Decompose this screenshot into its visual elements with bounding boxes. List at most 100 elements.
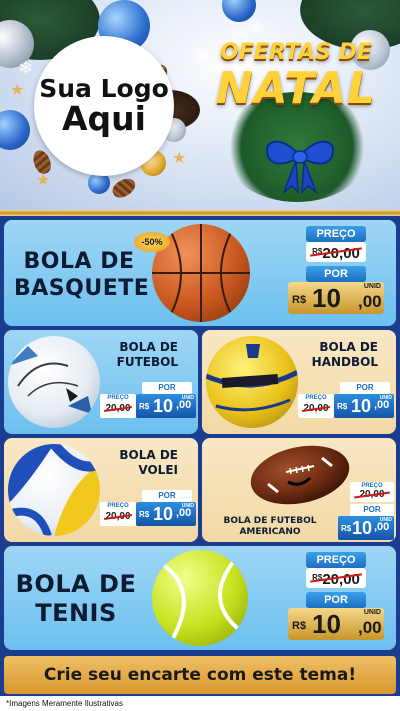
new-price-value: 10 bbox=[312, 609, 341, 639]
product-name: BOLA DE BASQUETE bbox=[14, 248, 150, 302]
blue-ornament bbox=[0, 110, 30, 150]
product-card-tennis[interactable]: BOLA DE TENIS PREÇO R$20,00 POR R$ 10 ,0… bbox=[4, 546, 396, 650]
soccer-ball-pattern-icon bbox=[8, 346, 92, 414]
product-name: BOLA DE FUTEBOL bbox=[104, 340, 178, 370]
old-price-label: PREÇO bbox=[107, 503, 129, 509]
new-price-cents: ,00 bbox=[358, 618, 382, 637]
snowflake-decoration: ❄ bbox=[18, 58, 34, 79]
promo-title-line2: NATAL bbox=[215, 63, 377, 114]
price-block: PREÇO R$20,00 POR R$ 10 ,00 UNID bbox=[288, 226, 384, 316]
product-name: BOLA DE TENIS bbox=[10, 570, 142, 628]
por-label: POR bbox=[142, 490, 192, 502]
old-price: R$20,00 bbox=[306, 568, 366, 588]
gold-divider bbox=[0, 210, 400, 216]
por-label: POR bbox=[340, 382, 390, 394]
new-price: R$ 10 ,00 UNID bbox=[334, 394, 394, 418]
new-price-cents: ,00 bbox=[358, 292, 382, 311]
product-name-line2: VOLEI bbox=[138, 463, 178, 477]
old-price: PREÇO 20,00 bbox=[100, 502, 136, 526]
product-card-volleyball[interactable]: BOLA DE VOLEI POR PREÇO 20,00 R$ 10 ,00 … bbox=[4, 438, 198, 542]
unit-label: UNID bbox=[181, 395, 194, 401]
new-price-currency: R$ bbox=[341, 524, 352, 533]
product-card-handball[interactable]: BOLA DE HANDBOL POR PREÇO 20,00 R$ 10 ,0… bbox=[202, 330, 396, 434]
product-name-line2: AMERICANO bbox=[239, 527, 301, 537]
product-name: BOLA DE HANDBOL bbox=[302, 340, 378, 370]
product-card-soccer[interactable]: BOLA DE FUTEBOL POR PREÇO 20,00 R$ 10 ,0… bbox=[4, 330, 198, 434]
product-name: BOLA DE VOLEI bbox=[104, 448, 178, 478]
logo-text-line2: Aqui bbox=[62, 98, 146, 138]
old-price: PREÇO 20,00 bbox=[298, 394, 334, 418]
product-name-line2: TENIS bbox=[35, 599, 117, 627]
new-price-value: 10 bbox=[351, 396, 372, 416]
price-label: PREÇO bbox=[306, 552, 366, 568]
promo-title-line1: OFERTAS DE bbox=[220, 40, 372, 65]
new-price-currency: R$ bbox=[139, 510, 150, 519]
product-name: BOLA DE FUTEBOL AMERICANO bbox=[210, 516, 330, 538]
product-name-line2: BASQUETE bbox=[14, 276, 150, 301]
new-price: R$ 10 ,00 UNID bbox=[288, 282, 384, 314]
star-decoration: ★ bbox=[10, 80, 25, 99]
unit-label: UNID bbox=[363, 609, 381, 616]
new-price: R$ 10 ,00 UNID bbox=[288, 608, 384, 640]
product-name-line1: BOLA DE FUTEBOL bbox=[223, 516, 317, 526]
disclaimer-text: *Imagens Meramente Ilustrativas bbox=[0, 696, 400, 711]
christmas-header: ★ ★ ★ ❄ ❄ ❄ ❄ Sua Logo Aqui OFERTAS DE N… bbox=[0, 0, 400, 210]
star-decoration: ★ bbox=[172, 148, 187, 167]
por-label: POR bbox=[142, 382, 192, 394]
pinecone-decoration bbox=[109, 175, 139, 201]
new-price-currency: R$ bbox=[337, 402, 348, 411]
tennis-ball-seam-icon bbox=[160, 554, 244, 641]
unit-label: UNID bbox=[379, 395, 392, 401]
por-label: POR bbox=[306, 266, 366, 282]
new-price-currency: R$ bbox=[292, 294, 307, 306]
price-block: POR PREÇO 20,00 R$ 10 ,00 UNID bbox=[100, 490, 196, 534]
promo-title: OFERTAS DE NATAL bbox=[196, 40, 396, 114]
handball-pattern-icon bbox=[206, 344, 298, 412]
logo-placeholder: Sua Logo Aqui bbox=[34, 36, 174, 176]
new-price-value: 10 bbox=[312, 283, 341, 313]
product-name-line2: HANDBOL bbox=[311, 355, 378, 369]
unit-label: UNID bbox=[363, 283, 381, 290]
american-football-image bbox=[250, 445, 350, 505]
discount-badge: -50% bbox=[134, 232, 170, 252]
price-label: PREÇO bbox=[306, 226, 366, 242]
product-name-line1: BOLA DE bbox=[119, 340, 178, 354]
blue-bow-icon bbox=[265, 140, 335, 194]
product-card-basketball[interactable]: BOLA DE BASQUETE PREÇO R$20,00 POR R$ 10… bbox=[4, 220, 396, 326]
old-price-label: PREÇO bbox=[305, 395, 327, 401]
price-block: PREÇO R$20,00 POR R$ 10 ,00 UNID bbox=[288, 552, 384, 642]
product-name-line2: FUTEBOL bbox=[116, 355, 178, 369]
product-name-line1: BOLA DE bbox=[119, 448, 178, 462]
product-name-line1: BOLA DE bbox=[23, 249, 135, 274]
handball-image bbox=[206, 336, 298, 428]
new-price: R$ 10 ,00 UNID bbox=[136, 502, 196, 526]
price-row: PREÇO 20,00 R$ 10 ,00 UNID bbox=[100, 502, 196, 526]
new-price-value: 10 bbox=[153, 504, 174, 524]
tennis-ball-image bbox=[152, 550, 248, 646]
new-price: R$ 10 ,00 UNID bbox=[136, 394, 196, 418]
product-card-american-football[interactable]: BOLA DE FUTEBOL AMERICANO PREÇO 20,00 PO… bbox=[202, 438, 396, 542]
price-row: PREÇO 20,00 R$ 10 ,00 UNID bbox=[100, 394, 196, 418]
price-row: PREÇO 20,00 R$ 10 ,00 UNID bbox=[298, 394, 394, 418]
new-price: R$ 10 ,00 UNID bbox=[338, 516, 394, 540]
snowflake-decoration: ❄ bbox=[250, 18, 266, 39]
price-block: POR PREÇO 20,00 R$ 10 ,00 UNID bbox=[298, 382, 394, 426]
cta-banner[interactable]: Crie seu encarte com este tema! bbox=[4, 656, 396, 694]
new-price-value: 10 bbox=[153, 396, 174, 416]
product-name-line1: BOLA DE bbox=[319, 340, 378, 354]
new-price-currency: R$ bbox=[139, 402, 150, 411]
por-label: POR bbox=[350, 504, 394, 516]
old-price: PREÇO 20,00 bbox=[350, 482, 394, 502]
price-block: PREÇO 20,00 POR R$ 10 ,00 UNID bbox=[338, 482, 394, 542]
old-price-label: PREÇO bbox=[107, 395, 129, 401]
volleyball-pattern-icon bbox=[8, 444, 100, 536]
por-label: POR bbox=[306, 592, 366, 608]
unit-label: UNID bbox=[379, 517, 392, 523]
new-price-currency: R$ bbox=[292, 620, 307, 632]
price-block: POR PREÇO 20,00 R$ 10 ,00 UNID bbox=[100, 382, 196, 426]
old-price: R$20,00 bbox=[306, 242, 366, 262]
product-name-line1: BOLA DE bbox=[15, 570, 137, 598]
old-price: PREÇO 20,00 bbox=[100, 394, 136, 418]
volleyball-image bbox=[8, 444, 100, 536]
unit-label: UNID bbox=[181, 503, 194, 509]
